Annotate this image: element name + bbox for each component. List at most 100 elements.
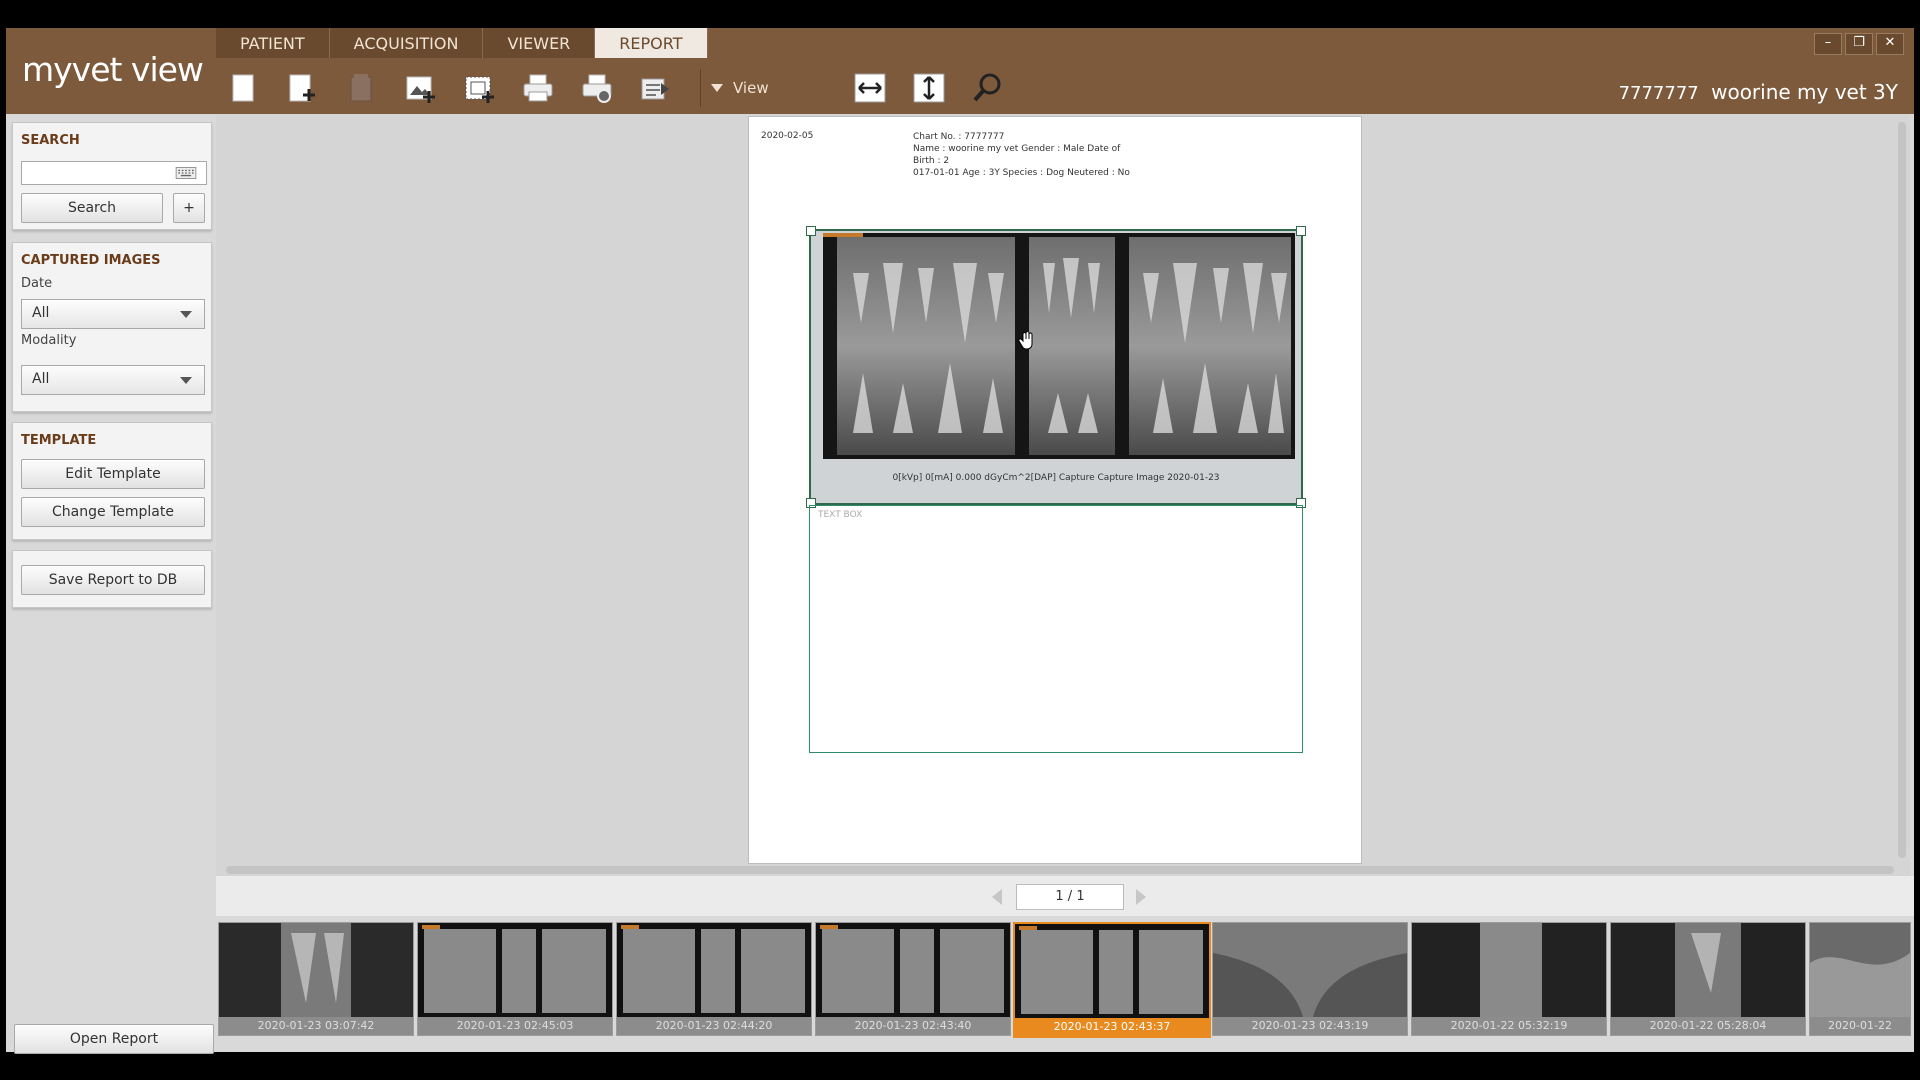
- template-panel: TEMPLATE Edit Template Change Template: [12, 422, 212, 540]
- restore-button[interactable]: ❐: [1845, 33, 1873, 55]
- horizontal-scrollbar[interactable]: [226, 866, 1894, 874]
- view-dropdown[interactable]: View: [700, 69, 769, 107]
- thumbnail[interactable]: 2020-01-22: [1809, 922, 1911, 1036]
- tab-acquisition[interactable]: ACQUISITION: [329, 28, 484, 58]
- page-navigator: 1 / 1: [216, 876, 1914, 916]
- thumbnail-caption: 2020-01-23 02:45:03: [418, 1017, 612, 1035]
- save-panel: Save Report to DB: [12, 550, 212, 608]
- fit-width-button[interactable]: [849, 69, 891, 107]
- prev-page-button[interactable]: [992, 889, 1002, 905]
- search-title: SEARCH: [21, 133, 80, 148]
- image-tag: [823, 233, 863, 237]
- export-icon: [641, 78, 669, 100]
- new-page-button[interactable]: [222, 69, 264, 107]
- delete-page-icon: [350, 74, 372, 102]
- thumbnail[interactable]: 2020-01-22 05:28:04: [1610, 922, 1806, 1036]
- edit-template-button[interactable]: Edit Template: [21, 459, 205, 489]
- xray-thumbnail-image: [1213, 923, 1407, 1017]
- thumbnail[interactable]: 2020-01-23 03:07:42: [218, 922, 414, 1036]
- report-page[interactable]: 2020-02-05 Chart No. : 7777777 Name : wo…: [748, 116, 1362, 864]
- thumbnail[interactable]: 2020-01-23 02:43:40: [815, 922, 1011, 1036]
- report-info-line: 017-01-01 Age : 3Y Species : Dog Neutere…: [913, 168, 1130, 178]
- image-caption: 0[kVp] 0[mA] 0.000 dGyCm^2[DAP] Capture …: [892, 473, 1220, 483]
- tab-viewer[interactable]: VIEWER: [483, 28, 596, 58]
- search-button[interactable]: Search: [21, 193, 163, 223]
- open-report-button[interactable]: Open Report: [14, 1024, 214, 1054]
- zoom-icon: [973, 73, 1001, 102]
- chevron-down-icon: [180, 311, 192, 318]
- thumbnail-caption: 2020-01-23 02:43:37: [1015, 1018, 1209, 1036]
- vertical-scrollbar[interactable]: [1898, 122, 1906, 858]
- zoom-button[interactable]: [967, 69, 1009, 107]
- fit-height-icon: [913, 73, 945, 103]
- thumbnail-strip: 2020-01-23 03:07:42 2020-01-23 02:45:03 …: [216, 916, 1914, 1040]
- minimize-button[interactable]: –: [1814, 33, 1842, 55]
- add-textbox-button[interactable]: [458, 69, 500, 107]
- date-select-value: All: [32, 305, 50, 321]
- add-search-button[interactable]: +: [173, 193, 205, 223]
- report-image-frame[interactable]: 0[kVp] 0[mA] 0.000 dGyCm^2[DAP] Capture …: [806, 226, 1306, 508]
- thumbnail-caption: 2020-01-23 02:43:19: [1213, 1017, 1407, 1035]
- close-button[interactable]: ✕: [1876, 33, 1904, 55]
- print-settings-button[interactable]: [576, 69, 618, 107]
- keyboard-icon[interactable]: [175, 167, 197, 179]
- next-page-button[interactable]: [1136, 889, 1146, 905]
- resize-handle[interactable]: [1296, 226, 1306, 236]
- save-report-button[interactable]: Save Report to DB: [21, 565, 205, 595]
- report-info-line: Name : woorine my vet Gender : Male Date…: [913, 144, 1121, 166]
- print-settings-icon: [582, 74, 612, 103]
- print-icon: [523, 74, 553, 102]
- report-date: 2020-02-05: [761, 131, 814, 141]
- modality-label: Modality: [21, 333, 77, 348]
- thumbnail[interactable]: 2020-01-22 05:32:19: [1411, 922, 1607, 1036]
- xray-thumbnail-image: [1810, 923, 1910, 1017]
- page-indicator: 1 / 1: [1016, 884, 1124, 910]
- xray-thumbnail-image: [1611, 923, 1805, 1017]
- chevron-down-icon: [711, 84, 723, 92]
- thumbnail[interactable]: 2020-01-23 02:44:20: [616, 922, 812, 1036]
- captured-images-title: CAPTURED IMAGES: [21, 253, 161, 268]
- new-page-icon: [232, 74, 254, 102]
- modality-select-value: All: [32, 371, 50, 387]
- search-panel: SEARCH Search +: [12, 122, 212, 230]
- change-template-button[interactable]: Change Template: [21, 497, 205, 527]
- xray-thumbnail-image: [1412, 923, 1606, 1017]
- xray-image[interactable]: [823, 233, 1295, 459]
- date-select[interactable]: All: [21, 299, 205, 329]
- report-info-line: Chart No. : 7777777: [913, 132, 1005, 142]
- thumbnail[interactable]: 2020-01-23 02:43:19: [1212, 922, 1408, 1036]
- captured-images-panel: CAPTURED IMAGES Date All Modality All: [12, 242, 212, 412]
- resize-handle[interactable]: [806, 226, 816, 236]
- thumbnail-caption: 2020-01-23 02:43:40: [816, 1017, 1010, 1035]
- print-button[interactable]: [517, 69, 559, 107]
- thumbnail-selected[interactable]: 2020-01-23 02:43:37: [1013, 922, 1211, 1038]
- thumbnail[interactable]: 2020-01-23 02:45:03: [417, 922, 613, 1036]
- xray-thumbnail-image: [617, 923, 811, 1017]
- tab-patient[interactable]: PATIENT: [216, 28, 330, 58]
- add-page-button[interactable]: [281, 69, 323, 107]
- dental-xray-image: [823, 233, 1295, 459]
- xray-thumbnail-image: [816, 923, 1010, 1017]
- add-image-button[interactable]: [399, 69, 441, 107]
- view-dropdown-label: View: [733, 79, 769, 97]
- thumbnail-caption: 2020-01-22 05:32:19: [1412, 1017, 1606, 1035]
- thumbnail-tag: [1019, 926, 1037, 930]
- header-bar: myvet view PATIENT ACQUISITION VIEWER RE…: [6, 28, 1914, 114]
- textbox-label: TEXT BOX: [818, 510, 863, 520]
- fit-width-icon: [854, 73, 886, 103]
- tab-report[interactable]: REPORT: [595, 28, 708, 58]
- report-patient-info: Chart No. : 7777777 Name : woorine my ve…: [913, 131, 1143, 179]
- modality-select[interactable]: All: [21, 365, 205, 395]
- toolbar: View: [222, 68, 1026, 108]
- fit-height-button[interactable]: [908, 69, 950, 107]
- add-textbox-icon: [465, 76, 494, 103]
- chevron-down-icon: [180, 377, 192, 384]
- add-image-icon: [406, 76, 435, 103]
- export-button[interactable]: [635, 69, 677, 107]
- report-viewer: 2020-02-05 Chart No. : 7777777 Name : wo…: [216, 114, 1910, 876]
- delete-page-button[interactable]: [340, 69, 382, 107]
- xray-thumbnail-image: [1015, 924, 1209, 1018]
- thumbnail-tag: [422, 925, 440, 929]
- add-page-icon: [289, 74, 315, 102]
- report-textbox[interactable]: TEXT BOX: [809, 505, 1303, 753]
